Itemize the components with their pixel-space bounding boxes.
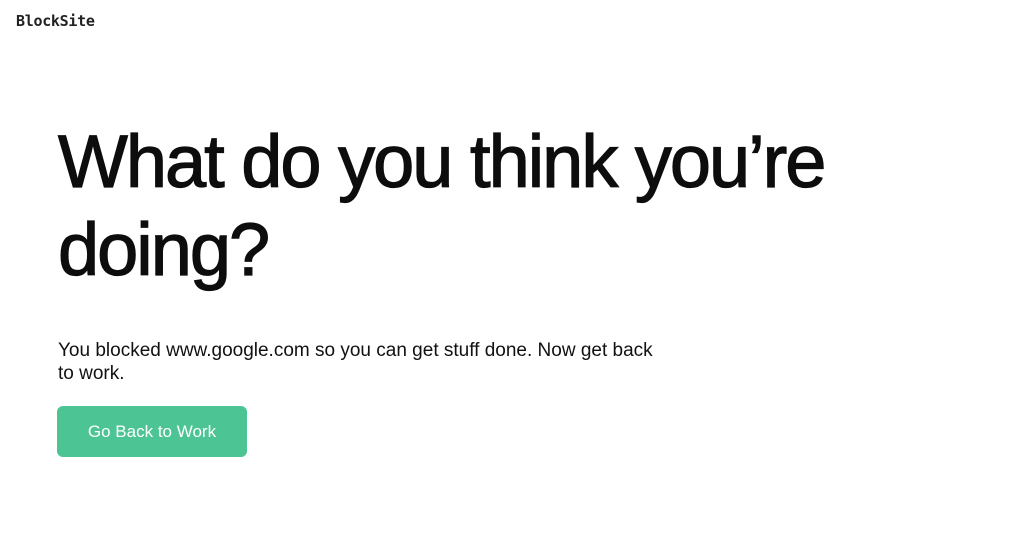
go-back-to-work-button[interactable]: Go Back to Work — [57, 406, 247, 457]
blocked-message: You blocked www.google.com so you can ge… — [58, 340, 653, 384]
page-headline: What do you think you’re doing? — [57, 119, 827, 291]
blocksite-logo: BlockSite — [16, 12, 95, 30]
block-page: BlockSite What do you think you’re doing… — [0, 0, 1024, 556]
